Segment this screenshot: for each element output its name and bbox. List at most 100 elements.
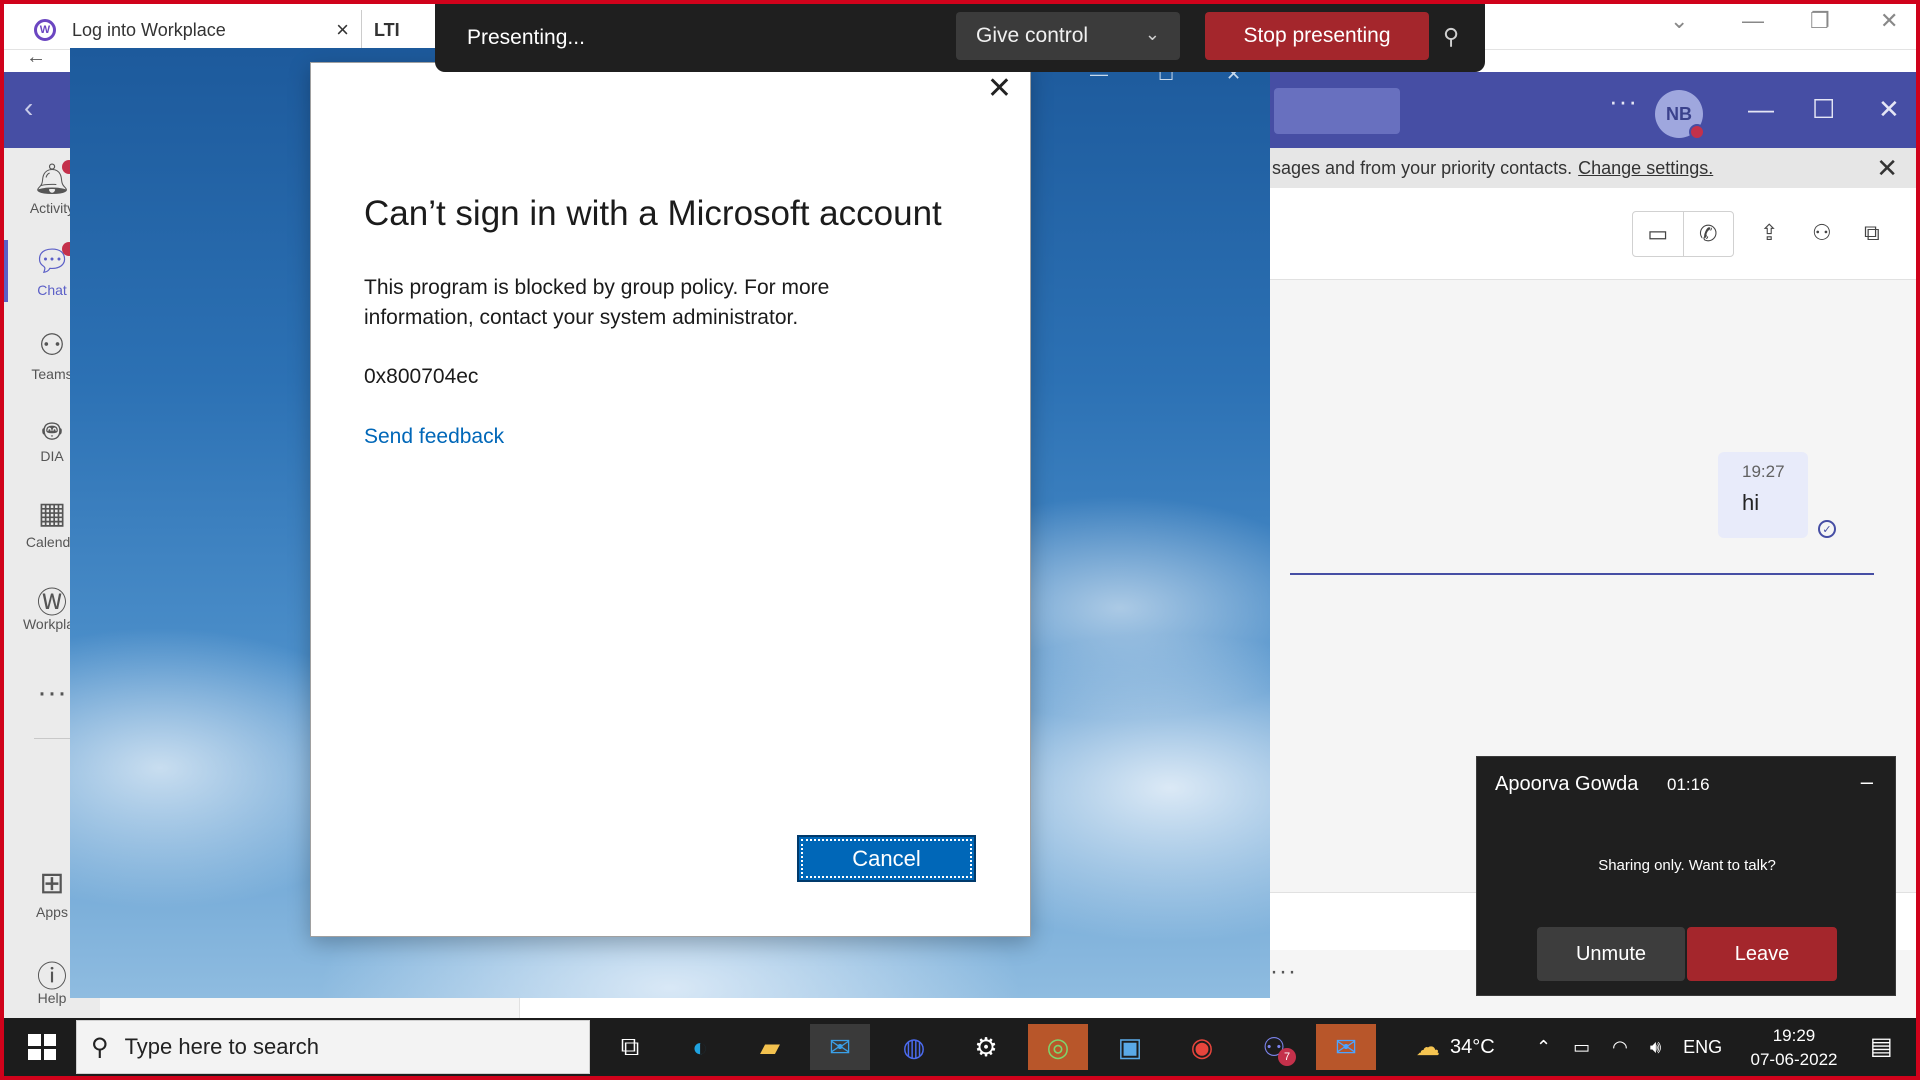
bot-icon: 🤖︎ (43, 415, 61, 448)
clock[interactable]: 19:29 07-06-2022 (1734, 1024, 1854, 1072)
wifi-icon[interactable]: ◠ (1612, 1037, 1628, 1058)
rail-label: DIA (40, 448, 64, 464)
minimize-icon[interactable]: — (1748, 94, 1774, 125)
call-buttons: ▭ ✆ (1632, 211, 1734, 257)
chevron-up-icon[interactable]: ⌃ (1536, 1037, 1551, 1058)
chevron-down-icon[interactable]: ⌄ (1670, 8, 1688, 34)
video-call-icon[interactable]: ▭ (1633, 212, 1683, 256)
rail-label: Help (37, 990, 67, 1006)
windows-start-icon[interactable] (18, 1030, 66, 1064)
minimize-icon[interactable]: – (1861, 769, 1873, 795)
clock-date: 07-06-2022 (1750, 1050, 1838, 1069)
audio-call-icon[interactable]: ✆ (1682, 212, 1734, 256)
system-tray: ⌃ ▭ ◠ 🔊︎ ENG (1536, 1018, 1722, 1076)
error-dialog: ✕ Can’t sign in with a Microsoft account… (310, 62, 1031, 937)
notification-center-icon[interactable]: ▤ (1870, 1032, 1893, 1061)
new-message-divider (1290, 573, 1874, 575)
close-icon[interactable]: ✕ (987, 71, 1012, 106)
meeting-duration: 01:16 (1667, 775, 1710, 794)
browser-tab-workplace[interactable]: W Log into Workplace × (22, 10, 362, 50)
temperature: 34°C (1450, 1035, 1495, 1058)
minimize-icon[interactable]: — (1742, 8, 1764, 34)
browser-tab-title: Log into Workplace (72, 19, 226, 40)
error-code: 0x800704ec (364, 365, 479, 388)
notification-badge: 7 (1278, 1048, 1296, 1066)
notification-banner: sages and from your priority contacts. C… (1270, 148, 1916, 188)
close-icon[interactable]: × (336, 17, 349, 43)
clock-time: 19:29 (1772, 1026, 1816, 1045)
pop-out-icon[interactable]: ⧉ (1864, 220, 1880, 246)
unpin-icon[interactable]: ⚲ (1443, 24, 1459, 50)
weather-widget[interactable]: ☁ 34°C (1416, 1018, 1495, 1076)
sharing-message: Sharing only. Want to talk? (1598, 857, 1776, 874)
add-people-icon[interactable]: ⚇ (1812, 220, 1832, 246)
more-options-icon: ··· (37, 676, 67, 709)
battery-icon[interactable]: ▭ (1573, 1037, 1590, 1058)
change-settings-link[interactable]: Change settings. (1578, 158, 1713, 179)
share-screen-icon[interactable]: ⇪ (1760, 220, 1778, 246)
search-box[interactable] (1274, 88, 1400, 134)
dialog-title: Can’t sign in with a Microsoft account (364, 194, 942, 233)
browser-tab-title: LTI (374, 19, 400, 40)
task-view-icon[interactable]: ⧉ (600, 1024, 660, 1070)
close-icon[interactable]: ✕ (1876, 153, 1898, 184)
mail-icon[interactable]: ✉ (810, 1024, 870, 1070)
globe-app-icon[interactable]: ◎ (1028, 1024, 1088, 1070)
avatar[interactable]: NB (1655, 90, 1705, 140)
calendar-icon: ▦ (37, 497, 67, 530)
close-icon[interactable]: ✕ (1880, 8, 1898, 34)
banner-text: sages and from your priority contacts. (1272, 157, 1573, 178)
participant-name: Apoorva Gowda (1495, 773, 1639, 795)
edge-icon[interactable]: ◐ (670, 1024, 730, 1070)
file-explorer-icon[interactable]: ▰ (740, 1024, 800, 1070)
weather-icon: ☁ (1416, 1033, 1440, 1061)
rail-label: Activity (29, 200, 75, 216)
chat-header: ▭ ✆ ⇪ ⚇ ⧉ (1270, 188, 1916, 280)
meeting-mini-window: Apoorva Gowda 01:16 – Sharing only. Want… (1476, 756, 1896, 996)
cancel-button[interactable]: Cancel (797, 835, 976, 882)
stop-presenting-button[interactable]: Stop presenting (1205, 12, 1429, 60)
dialog-message: This program is blocked by group policy.… (364, 276, 830, 329)
read-receipt-icon: ✓ (1818, 520, 1836, 538)
restore-icon[interactable]: ❐ (1810, 8, 1830, 34)
send-feedback-link[interactable]: Send feedback (364, 425, 504, 449)
outlook-icon[interactable]: ✉ (1316, 1024, 1376, 1070)
presenting-label: Presenting... (467, 26, 585, 49)
browser-tab-lti[interactable]: LTI (374, 10, 444, 50)
rail-label: Apps (36, 904, 68, 920)
give-control-label: Give control (976, 24, 1089, 47)
teams-icon: ⚇ (38, 329, 66, 362)
volume-icon[interactable]: 🔊︎ (1650, 1037, 1661, 1058)
unmute-button[interactable]: Unmute (1537, 927, 1685, 981)
apps-icon: ⊞ (39, 867, 65, 900)
maximize-icon[interactable]: ☐ (1812, 94, 1835, 125)
more-options-icon[interactable]: ··· (1609, 86, 1638, 117)
chevron-down-icon: ⌄ (1144, 24, 1160, 44)
settings-gear-icon[interactable]: ⚙ (956, 1024, 1016, 1070)
taskbar: ⚲ Type here to search ⧉ ◐ ▰ ✉ ◍ ⚙ ◎ ▣ ◉ … (4, 1018, 1916, 1076)
leave-button[interactable]: Leave (1687, 927, 1837, 981)
more-options-icon[interactable]: ··· (1270, 958, 1297, 986)
taskbar-search-input[interactable]: ⚲ Type here to search (76, 1020, 590, 1074)
avatar-initials: NB (1666, 103, 1692, 124)
help-icon: ⓘ (37, 961, 67, 994)
search-placeholder: Type here to search (124, 1034, 320, 1059)
teams-icon[interactable]: ⚇ 7 (1244, 1024, 1304, 1070)
back-icon[interactable]: ‹ (24, 92, 33, 124)
message-text: hi (1742, 490, 1760, 515)
webex-icon[interactable]: ◍ (884, 1024, 944, 1070)
workplace-icon: Ⓦ (37, 587, 67, 620)
message-bubble[interactable]: 19:27 hi (1718, 452, 1808, 538)
message-time: 19:27 (1742, 462, 1785, 481)
rail-label: Chat (37, 282, 67, 298)
presenting-toolbar: Presenting... Give control ⌄ Stop presen… (435, 4, 1485, 72)
language-indicator[interactable]: ENG (1683, 1037, 1722, 1058)
give-control-dropdown[interactable]: Give control ⌄ (956, 12, 1180, 60)
close-icon[interactable]: ✕ (1878, 94, 1900, 125)
network-app-icon[interactable]: ▣ (1100, 1024, 1160, 1070)
rail-label: Teams (31, 366, 73, 382)
back-arrow-icon[interactable]: ← (26, 46, 46, 69)
workplace-icon: W (34, 19, 56, 41)
chrome-icon[interactable]: ◉ (1172, 1024, 1232, 1070)
busy-status-icon (1689, 124, 1705, 140)
